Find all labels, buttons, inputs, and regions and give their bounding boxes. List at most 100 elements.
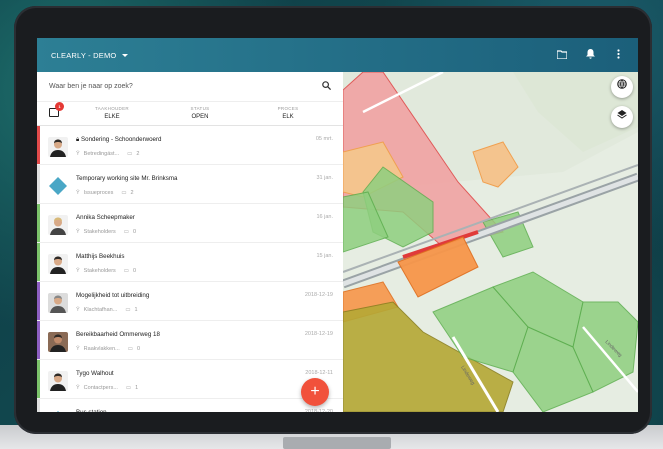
filter-label: PROCES xyxy=(277,106,299,111)
comment-count: 2 xyxy=(130,190,134,196)
caret-down-icon xyxy=(122,53,129,57)
list-item[interactable]: Bereikbaarheid Ommerweg 18 2018-12-19 Ŷ Raa… xyxy=(37,321,343,360)
list-item[interactable]: Temporary working site Mr. Brinksma 31 ja… xyxy=(37,165,343,204)
process-icon: Ŷ xyxy=(76,151,80,157)
status-bar xyxy=(37,243,40,281)
app-header: CLEARLY - DEMO xyxy=(37,38,638,72)
bell-icon[interactable] xyxy=(584,49,596,61)
avatar xyxy=(48,332,68,352)
item-date: 31 jan. xyxy=(316,175,333,181)
list-item[interactable]: Mogelijkheid tot uitbreiding 2018-12-19 Ŷ K… xyxy=(37,282,343,321)
comment-icon: ▭ xyxy=(127,151,133,157)
comment-count: 0 xyxy=(132,268,137,274)
filter-value: OPEN xyxy=(191,114,209,120)
item-meta: Ŷ Betredingást... ▭ 2 xyxy=(76,151,139,157)
filter-taakhouder[interactable]: TAAKHOUDER ELKE xyxy=(87,106,137,120)
comment-icon: ▭ xyxy=(125,307,131,313)
device-stand xyxy=(283,437,391,449)
globe-button[interactable] xyxy=(611,76,633,98)
status-bar xyxy=(37,360,40,398)
add-button[interactable]: + xyxy=(301,378,329,406)
item-date: 2018-12-11 xyxy=(305,370,333,376)
process-name: Betredingást... xyxy=(83,151,120,157)
app-title: CLEARLY - DEMO xyxy=(51,50,117,60)
inbox-badge: 1 xyxy=(55,102,64,111)
layers-button[interactable] xyxy=(611,106,633,128)
search-bar[interactable]: Waar ben je naar op zoek? xyxy=(37,72,343,102)
process-name: Issueproces xyxy=(83,190,114,196)
item-title: Temporary working site Mr. Brinksma xyxy=(76,175,178,182)
filter-bar: 1 TAAKHOUDER ELKE STATUS OPEN PROCES ELK xyxy=(37,102,343,126)
status-bar xyxy=(37,282,40,320)
inbox-icon[interactable]: 1 xyxy=(49,102,64,117)
filter-status[interactable]: STATUS OPEN xyxy=(175,106,225,120)
status-bar xyxy=(37,399,40,412)
process-name: Stakeholders xyxy=(83,229,116,235)
process-name: Stakeholders xyxy=(83,268,116,274)
layers-icon xyxy=(617,110,627,119)
list-panel: Waar ben je naar op zoek? 1 TAAKHOUDER E… xyxy=(37,72,343,412)
process-icon: Ŷ xyxy=(76,229,80,235)
item-date: 15 jan. xyxy=(316,253,333,259)
avatar xyxy=(48,371,68,391)
item-title: Bus station xyxy=(76,409,107,412)
comment-count: 1 xyxy=(134,307,138,313)
item-title: Annika Scheepmaker xyxy=(76,214,135,221)
item-date: 05 mrt. xyxy=(315,136,333,142)
comment-count: 0 xyxy=(132,229,137,235)
list-item[interactable]: Matthijs Beekhuis 15 jan. Ŷ Stakeholders ▭ 0 xyxy=(37,243,343,282)
app-screen: CLEARLY - DEMO Waar ben je naar op zoek?… xyxy=(37,38,638,412)
process-name: Contactpers... xyxy=(83,385,118,391)
item-meta: Ŷ Raakvlakken... ▭ 0 xyxy=(76,346,140,352)
globe-icon xyxy=(617,79,627,89)
comment-count: 2 xyxy=(136,151,140,157)
item-title: Mogelijkheid tot uitbreiding xyxy=(76,292,150,299)
status-bar xyxy=(37,204,40,242)
item-title: Matthijs Beekhuis xyxy=(76,253,125,260)
search-input[interactable]: Waar ben je naar op zoek? xyxy=(49,83,322,90)
item-date: 16 jan. xyxy=(316,214,333,220)
item-title: Bereikbaarheid Ommerweg 18 xyxy=(76,331,160,338)
status-bar xyxy=(37,126,40,164)
item-list: 🔒︎ Sondering - Schoonderwoerd 05 mrt. Ŷ Bet… xyxy=(37,126,343,412)
item-meta: Ŷ Klachtafhan... ▭ 1 xyxy=(76,307,138,313)
process-name: Klachtafhan... xyxy=(83,307,118,313)
item-date: 2018-12-19 xyxy=(304,331,333,337)
filter-value: ELK xyxy=(282,114,294,120)
item-meta: Ŷ Contactpers... ▭ 1 xyxy=(76,385,138,391)
item-title: Tygo Walhout xyxy=(76,370,114,377)
comment-icon: ▭ xyxy=(123,268,129,274)
item-meta: Ŷ Stakeholders ▭ 0 xyxy=(76,268,136,274)
avatar xyxy=(48,410,68,412)
filter-value: ELKE xyxy=(104,114,120,120)
map-canvas: Lindeweg Lindeweg xyxy=(343,72,638,412)
list-item[interactable]: Tygo Walhout 2018-12-11 Ŷ Contactpers... ▭ 1 xyxy=(37,360,343,399)
avatar xyxy=(48,215,68,235)
list-item[interactable]: 🔒︎ Sondering - Schoonderwoerd 05 mrt. Ŷ Bet… xyxy=(37,126,343,165)
status-bar xyxy=(37,321,40,359)
comment-icon: ▭ xyxy=(127,346,133,352)
list-item[interactable]: Annika Scheepmaker 16 jan. Ŷ Stakeholders ▭ 0 xyxy=(37,204,343,243)
process-icon: Ŷ xyxy=(76,385,80,391)
filter-label: TAAKHOUDER xyxy=(95,106,129,111)
workspace-switcher[interactable]: CLEARLY - DEMO xyxy=(51,50,129,60)
comment-count: 1 xyxy=(135,385,139,391)
process-icon: Ŷ xyxy=(76,307,80,313)
process-icon: Ŷ xyxy=(76,190,80,196)
process-name: Raakvlakken... xyxy=(83,346,120,352)
list-item[interactable]: Bus station 2018-12-20 xyxy=(37,399,343,412)
more-vert-icon[interactable] xyxy=(612,49,624,61)
avatar xyxy=(48,176,68,196)
search-icon[interactable] xyxy=(322,81,332,92)
filter-proces[interactable]: PROCES ELK xyxy=(263,106,313,120)
item-date: 2018-12-19 xyxy=(304,292,333,298)
avatar xyxy=(48,293,68,313)
item-meta: Ŷ Issueproces ▭ 2 xyxy=(76,190,134,196)
item-meta: Ŷ Stakeholders ▭ 0 xyxy=(76,229,136,235)
map-view[interactable]: Lindeweg Lindeweg xyxy=(343,72,638,412)
comment-icon: ▭ xyxy=(121,190,127,196)
avatar xyxy=(48,254,68,274)
status-bar xyxy=(37,165,40,203)
folder-icon[interactable] xyxy=(556,49,568,61)
comment-count: 0 xyxy=(136,346,141,352)
